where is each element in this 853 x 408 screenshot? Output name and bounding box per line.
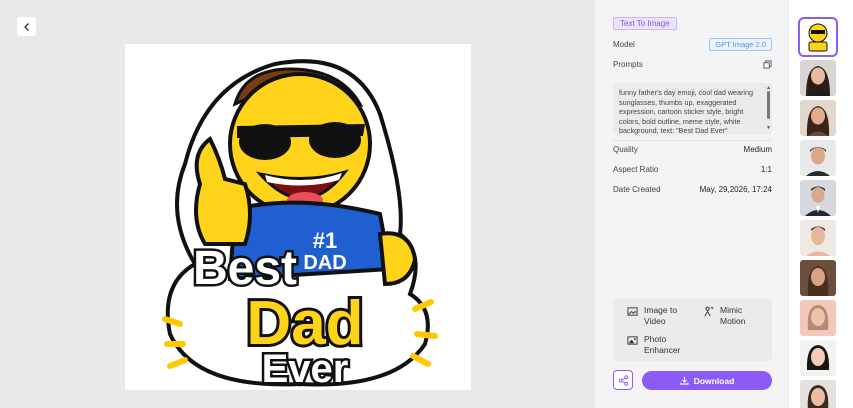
mimic-motion-tool[interactable]: Mimic Motion (703, 305, 763, 326)
divider (613, 140, 772, 141)
model-row: Model GPT Image 2.0 (613, 38, 772, 51)
quality-label: Quality (613, 145, 638, 154)
image-to-video-tool[interactable]: Image to Video (627, 305, 687, 326)
portrait-thumbnail-image (800, 220, 836, 256)
portrait-thumbnail-image (800, 380, 836, 408)
image-to-video-label: Image to Video (644, 305, 678, 326)
enhance-image-icon (627, 336, 638, 345)
history-thumbnails (788, 0, 853, 408)
dad-emoji-sticker: #1 DAD Best Dad Ever (162, 59, 438, 390)
portrait-thumbnail-image (800, 140, 836, 176)
model-label: Model (613, 40, 635, 49)
motion-person-icon (704, 306, 714, 317)
shirt-number: #1 (313, 228, 337, 253)
aspect-value: 1:1 (760, 165, 772, 174)
quality-row: Quality Medium (613, 145, 772, 154)
download-label: Download (693, 375, 735, 386)
thumbnail-portrait[interactable] (800, 300, 836, 336)
details-panel: Text To Image Model GPT Image 2.0 Prompt… (595, 0, 788, 408)
portrait-thumbnail-image (800, 260, 836, 296)
portrait-thumbnail-image (800, 180, 836, 216)
scroll-down-icon[interactable]: ▼ (766, 124, 771, 134)
portrait-thumbnail-image (800, 100, 836, 136)
text-line-1: Best (193, 242, 297, 295)
date-label: Date Created (613, 185, 661, 194)
mode-tag: Text To Image (613, 17, 677, 30)
thumbnail-portrait[interactable] (800, 60, 836, 96)
share-icon (618, 374, 628, 386)
prompt-text-box[interactable]: funny father's day emoji, cool dad weari… (613, 83, 772, 135)
mimic-motion-label: Mimic Motion (720, 305, 746, 326)
download-button[interactable]: Download (642, 371, 772, 390)
tools-card: Image to Video Mimic Motion Photo Enhanc… (613, 298, 772, 361)
download-icon (680, 376, 689, 385)
thumbnail-emoji-sticker[interactable] (798, 17, 838, 57)
portrait-thumbnail-image (800, 300, 836, 336)
aspect-row: Aspect Ratio 1:1 (613, 165, 772, 174)
share-button[interactable] (613, 370, 633, 390)
prompt-text: funny father's day emoji, cool dad weari… (619, 88, 754, 135)
thumbnail-portrait[interactable] (800, 100, 836, 136)
emoji-thumbnail-image (800, 19, 836, 55)
quality-value: Medium (743, 145, 772, 154)
portrait-thumbnail-image (800, 340, 836, 376)
canvas-area: #1 DAD Best Dad Ever (0, 0, 595, 408)
image-video-icon (627, 307, 638, 316)
photo-enhancer-label: Photo Enhancer (644, 334, 681, 355)
prompts-label: Prompts (613, 60, 643, 69)
model-badge: GPT Image 2.0 (709, 38, 772, 51)
shirt-word: DAD (303, 252, 346, 274)
chevron-left-icon (23, 22, 29, 31)
prompt-scrollbar[interactable] (767, 91, 770, 119)
back-button[interactable] (17, 17, 36, 36)
thumbnail-portrait[interactable] (800, 260, 836, 296)
date-value: May, 29,2026, 17:24 (699, 185, 772, 194)
portrait-thumbnail-image (800, 60, 836, 96)
generated-image: #1 DAD Best Dad Ever (125, 44, 471, 390)
date-row: Date Created May, 29,2026, 17:24 (613, 185, 772, 194)
copy-icon[interactable] (763, 60, 772, 69)
aspect-label: Aspect Ratio (613, 165, 659, 174)
photo-enhancer-tool[interactable]: Photo Enhancer (627, 334, 687, 355)
thumbnail-portrait[interactable] (800, 380, 836, 408)
prompts-row: Prompts (613, 60, 772, 69)
thumbnail-portrait[interactable] (800, 180, 836, 216)
thumbnail-portrait[interactable] (800, 340, 836, 376)
thumbnail-portrait[interactable] (800, 220, 836, 256)
thumbnail-portrait[interactable] (800, 140, 836, 176)
text-line-3: Ever (262, 347, 349, 390)
